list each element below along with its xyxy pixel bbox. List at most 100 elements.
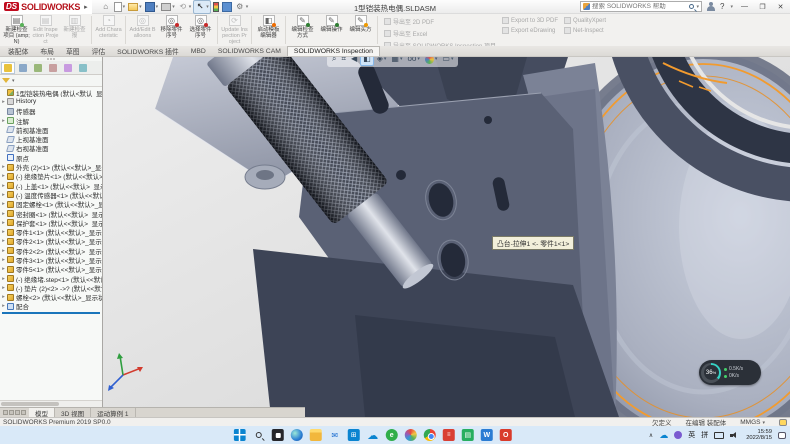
taskbar-reader-icon[interactable] [443, 429, 455, 441]
tree-item[interactable]: ▸保护套<1> (默认<<默认>_显示状 [0, 218, 102, 227]
add-edit-balloons-button[interactable]: ◎Add/Edit Balloons [129, 15, 156, 45]
expand-arrow-icon[interactable]: ▸ [0, 276, 7, 282]
launch-template-editor-button[interactable]: ◧启动模板编辑器 [255, 15, 282, 45]
taskbar-photos-icon[interactable] [405, 429, 417, 441]
tree-item[interactable]: 传感器 [0, 107, 102, 116]
taskbar-store-icon[interactable] [348, 429, 360, 441]
tree-item[interactable]: ▸配合 [0, 302, 102, 311]
edit-inspection-project-button[interactable]: ▤Edit Inspection Project [32, 15, 59, 45]
unit-system[interactable]: MMGS▾ [740, 419, 765, 426]
hidden-icons-chevron-icon[interactable]: ∧ [649, 432, 653, 439]
tree-item[interactable]: ▸(-) 绝缘堵.step<1> (默认<<默认> [0, 274, 102, 283]
save-button[interactable]: ▾ [144, 1, 160, 13]
close-button[interactable]: ✕ [774, 3, 787, 11]
pane-tab-3D 视图[interactable]: 3D 视图 [55, 408, 91, 417]
tree-item[interactable]: ▸螺栓<2> (默认<<默认>_显示状态 [0, 293, 102, 302]
taskbar-file-explorer-icon[interactable] [310, 429, 322, 441]
tree-item[interactable]: ▸(-) 绝缘垫片<1> (默认<<默认>_显 [0, 172, 102, 181]
security-tray-icon[interactable] [674, 431, 682, 439]
viewport-split-buttons[interactable] [0, 408, 29, 417]
expand-arrow-icon[interactable]: ▸ [0, 294, 7, 300]
cast-icon[interactable] [714, 432, 724, 439]
export-item-button[interactable]: Export eDrawing [502, 27, 558, 34]
expand-arrow-icon[interactable]: ▸ [0, 173, 7, 179]
tree-item[interactable]: ▸固定螺栓<1> (默认<<默认>_显示 [0, 200, 102, 209]
tree-item[interactable]: ▸外壳 (2)<1> (默认<<默认>_显示状 [0, 162, 102, 171]
tree-item[interactable]: ▸(-) 温度传感器<1> (默认<<默认>_ [0, 190, 102, 199]
tree-horizontal-scrollbar[interactable] [0, 400, 102, 407]
export-item-button[interactable]: 导出至 Excel [384, 29, 496, 38]
tree-item[interactable]: ▸零件3<1> (默认<<默认>_显示状 [0, 255, 102, 264]
taskbar-office-icon[interactable] [500, 429, 512, 441]
taskbar-search-icon[interactable] [253, 429, 265, 441]
tree-item[interactable]: ▸History [0, 97, 102, 106]
expand-arrow-icon[interactable]: ▸ [0, 201, 7, 207]
tree-item[interactable]: ▸零件2<1> (默认<<默认>_显示状 [0, 237, 102, 246]
onedrive-tray-icon[interactable]: ☁ [659, 430, 668, 441]
notifications-icon[interactable] [778, 432, 786, 439]
tree-item[interactable]: ▸(-) 上盖<1> (默认<<默认>_显示状 [0, 181, 102, 190]
tab-评估[interactable]: 评估 [86, 46, 112, 56]
home-button[interactable] [100, 1, 112, 13]
select-button[interactable]: ▾ [193, 0, 211, 14]
open-button[interactable]: ▾ [127, 2, 143, 12]
export-item-button[interactable]: QualityXpert [564, 17, 606, 24]
expand-arrow-icon[interactable]: ▸ [0, 211, 7, 217]
tab-草图[interactable]: 草图 [60, 46, 86, 56]
tree-item[interactable]: 1型铠装热电偶 (默认<默认_显示状态-1> [0, 88, 102, 97]
expand-arrow-icon[interactable]: ▸ [0, 266, 7, 272]
pane-tab-运动算例 1[interactable]: 运动算例 1 [91, 408, 135, 417]
expand-arrow-icon[interactable]: ▸ [0, 164, 7, 170]
expand-arrow-icon[interactable]: ▸ [0, 229, 7, 235]
tree-item[interactable]: 原点 [0, 153, 102, 162]
tree-item[interactable]: ▸零件1<1> (默认<<默认>_显示状态 [0, 227, 102, 236]
login-icon[interactable] [707, 2, 715, 11]
expand-arrow-icon[interactable]: ▸ [0, 99, 7, 105]
expand-arrow-icon[interactable]: ▸ [0, 192, 7, 198]
expand-arrow-icon[interactable]: ▸ [0, 220, 7, 226]
expand-arrow-icon[interactable]: ▸ [0, 303, 7, 309]
export-item-button[interactable]: 导出至 2D PDF [384, 17, 496, 26]
monitor-badge[interactable]: 36% 0.5K/s 0K/s [699, 360, 761, 385]
taskbar-widgets-icon[interactable] [272, 429, 284, 441]
edit-inspection-methods-button[interactable]: ✎编辑检查方式 [289, 15, 316, 45]
taskbar-onedrive-icon[interactable] [367, 429, 379, 441]
taskbar-notes-icon[interactable] [462, 429, 474, 441]
model-view[interactable] [103, 57, 790, 417]
expand-arrow-icon[interactable]: ▸ [0, 238, 7, 244]
tree-item[interactable]: 上视基准面 [0, 134, 102, 143]
tab-MBD[interactable]: MBD [185, 46, 212, 56]
tree-item[interactable]: ▸零件5<1> (默认<<默认>_显示状 [0, 265, 102, 274]
export-item-button[interactable]: Net-Inspect [564, 27, 606, 34]
clock[interactable]: 15:59 2022/8/15 [746, 429, 772, 442]
tree-item[interactable]: ▸密封圈<1> (默认<<默认>_显示状 [0, 209, 102, 218]
tree-item[interactable]: 前视基准面 [0, 125, 102, 134]
update-inspection-project-button[interactable]: ⟳Update Inspection Project [221, 15, 248, 45]
new-button[interactable]: ▾ [113, 1, 127, 13]
graphics-area[interactable]: ⌕⌗◀◧◈▾▦▾oo▾▾▭▾ 凸台-拉伸1 <- 零件1<1> 36% 0.5K… [103, 57, 790, 417]
fm-tab-display-manager[interactable] [61, 62, 75, 74]
tree-item[interactable]: ▸零件2<2> (默认<<默认>_显示状 [0, 246, 102, 255]
volume-icon[interactable] [730, 431, 740, 439]
edit-vendors-button[interactable]: ✎编辑买方 [347, 15, 374, 45]
print-button[interactable]: ▾ [160, 2, 176, 12]
tab-SOLIDWORKS 插件[interactable]: SOLIDWORKS 插件 [111, 46, 185, 56]
undo-button[interactable]: ▾ [177, 1, 193, 13]
filter-caret-icon[interactable]: ▾ [12, 78, 15, 84]
new-inspection-report-button[interactable]: ▥新建检查报 [61, 15, 88, 45]
fm-tab-property-manager[interactable] [16, 62, 30, 74]
file-properties-button[interactable] [221, 1, 233, 13]
fm-tab-feature-tree[interactable] [1, 62, 15, 74]
search-scope-icon[interactable] [583, 3, 590, 10]
tab-SOLIDWORKS Inspection[interactable]: SOLIDWORKS Inspection [287, 46, 380, 56]
message-icon[interactable] [779, 419, 787, 426]
minimize-button[interactable]: — [738, 3, 751, 10]
edit-operations-button[interactable]: ✎编辑操作 [318, 15, 345, 45]
tab-装配体[interactable]: 装配体 [2, 46, 34, 56]
pane-tab-模型[interactable]: 模型 [29, 408, 55, 417]
ime-english-indicator[interactable]: 英 [688, 430, 695, 440]
taskbar-wps-icon[interactable] [481, 429, 493, 441]
rebuild-button[interactable] [212, 1, 220, 13]
fm-tab-inspection[interactable] [76, 62, 90, 74]
tree-filter[interactable]: ▾ [0, 75, 102, 87]
